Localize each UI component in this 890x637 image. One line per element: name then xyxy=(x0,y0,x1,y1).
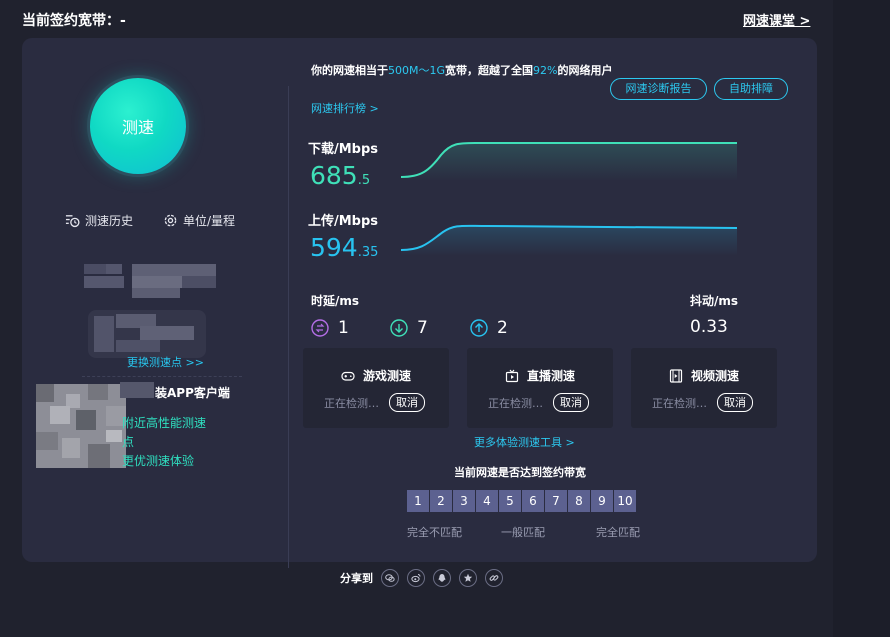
download-speed-curve xyxy=(400,142,737,181)
rating-5[interactable]: 5 xyxy=(499,490,521,512)
more-tools-link[interactable]: 更多体验测速工具 > xyxy=(474,434,575,450)
rating-3[interactable]: 3 xyxy=(453,490,475,512)
app-benefit-line: 更优测速体验 xyxy=(122,454,195,468)
change-test-node-link[interactable]: 更换测速点 >> xyxy=(127,354,204,370)
arrow-down-icon xyxy=(390,319,408,337)
upload-int: 594 xyxy=(310,233,358,262)
arrow-up-icon xyxy=(470,319,488,337)
tool-header: 游戏测速 xyxy=(303,367,449,384)
summary-text: 你的网速相当于 xyxy=(311,64,388,77)
divider-dashed xyxy=(82,376,242,377)
panel-divider xyxy=(288,86,289,568)
app-qrcode xyxy=(36,384,126,468)
history-label: 测速历史 xyxy=(85,214,134,228)
upload-label: 上传/Mbps xyxy=(308,214,379,229)
cancel-game-test-button[interactable]: 取消 xyxy=(389,393,425,412)
film-icon xyxy=(669,368,683,383)
app-title-blurred xyxy=(120,382,154,398)
app-benefit-line: 点 xyxy=(122,435,135,449)
rating-6[interactable]: 6 xyxy=(522,490,544,512)
speed-summary: 你的网速相当于500M～1G宽带，超越了全国92%的网络用户 xyxy=(311,62,641,79)
latency-download: 7 xyxy=(390,318,428,338)
tool-name: 视频测速 xyxy=(690,369,739,383)
scale-high-label: 完全匹配 xyxy=(596,526,640,539)
game-test-card: 游戏测速 正在检测… 取消 xyxy=(303,348,449,428)
rating-10[interactable]: 10 xyxy=(614,490,636,512)
app-benefit-line: 附近高性能测速 xyxy=(122,416,207,430)
rating-9[interactable]: 9 xyxy=(591,490,613,512)
rating-2[interactable]: 2 xyxy=(430,490,452,512)
tool-status: 正在检测… xyxy=(652,397,707,410)
latency-idle: 1 xyxy=(311,318,349,338)
node-info-blurred xyxy=(84,262,218,302)
wechat-icon[interactable] xyxy=(381,569,399,587)
diagnosis-report-button[interactable]: 网速诊断报告 xyxy=(610,78,707,100)
rating-4[interactable]: 4 xyxy=(476,490,498,512)
gamepad-icon xyxy=(341,371,355,381)
beat-percent: 92% xyxy=(533,64,558,77)
summary-text: 的网络用户 xyxy=(557,64,613,77)
unit-settings-link[interactable]: 单位/量程 xyxy=(163,212,235,229)
tv-icon xyxy=(505,369,519,382)
latency-label: 时延/ms xyxy=(311,294,360,308)
download-latency-value: 7 xyxy=(417,318,428,338)
match-rating-scale: 1 2 3 4 5 6 7 8 9 10 xyxy=(407,490,636,512)
live-test-card: 直播测速 正在检测… 取消 xyxy=(467,348,613,428)
idle-latency-icon xyxy=(311,319,329,337)
download-int: 685 xyxy=(310,161,358,190)
node-select-blurred xyxy=(88,310,206,358)
speed-ranking-link[interactable]: 网速排行榜 > xyxy=(311,100,379,116)
summary-text: 宽带，超越了全国 xyxy=(445,64,534,77)
gear-icon xyxy=(164,214,177,227)
speedtest-panel: 测速 测速历史 单位/量程 更换测速点 >> 装APP客户端 附近高性能测速 点… xyxy=(22,38,817,568)
qzone-star-icon[interactable] xyxy=(459,569,477,587)
idle-latency-value: 1 xyxy=(338,318,349,338)
video-test-card: 视频测速 正在检测… 取消 xyxy=(631,348,777,428)
start-speedtest-button[interactable]: 测速 xyxy=(90,78,186,174)
download-value: 685.5 xyxy=(310,161,370,190)
scale-mid-label: 一般匹配 xyxy=(501,526,545,539)
rating-7[interactable]: 7 xyxy=(545,490,567,512)
upload-dec: .35 xyxy=(357,245,379,260)
history-icon xyxy=(65,215,80,228)
rating-8[interactable]: 8 xyxy=(568,490,590,512)
cancel-video-test-button[interactable]: 取消 xyxy=(717,393,753,412)
tool-name: 游戏测速 xyxy=(362,369,411,383)
bandwidth-tier: 500M～1G xyxy=(388,64,446,77)
link-icon[interactable] xyxy=(485,569,503,587)
contract-bandwidth-title: 当前签约宽带：- xyxy=(22,13,126,29)
tool-name: 直播测速 xyxy=(526,369,575,383)
install-app-title: 装APP客户端 xyxy=(155,386,230,400)
cancel-live-test-button[interactable]: 取消 xyxy=(553,393,589,412)
speed-class-link[interactable]: 网速课堂 > xyxy=(743,10,810,29)
download-dec: .5 xyxy=(357,173,371,188)
tool-status: 正在检测… xyxy=(488,397,543,410)
qq-icon[interactable] xyxy=(433,569,451,587)
right-scroll-area xyxy=(833,0,890,637)
tool-status: 正在检测… xyxy=(324,397,379,410)
tool-header: 直播测速 xyxy=(467,367,613,384)
jitter-label: 抖动/ms xyxy=(690,294,739,308)
tool-header: 视频测速 xyxy=(631,367,777,384)
jitter-value: 0.33 xyxy=(690,317,728,337)
unit-label: 单位/量程 xyxy=(183,214,236,228)
latency-upload: 2 xyxy=(470,318,508,338)
weibo-icon[interactable] xyxy=(407,569,425,587)
share-label: 分享到 xyxy=(340,572,373,585)
upload-speed-curve xyxy=(400,224,738,256)
upload-latency-value: 2 xyxy=(497,318,508,338)
history-link[interactable]: 测速历史 xyxy=(65,212,133,229)
download-label: 下载/Mbps xyxy=(308,142,379,157)
match-title: 当前网速是否达到签约带宽 xyxy=(454,466,586,479)
upload-value: 594.35 xyxy=(310,233,378,262)
share-bar: 分享到 xyxy=(340,569,503,587)
rating-1[interactable]: 1 xyxy=(407,490,429,512)
scale-low-label: 完全不匹配 xyxy=(407,526,462,539)
self-troubleshoot-button[interactable]: 自助排障 xyxy=(714,78,788,100)
